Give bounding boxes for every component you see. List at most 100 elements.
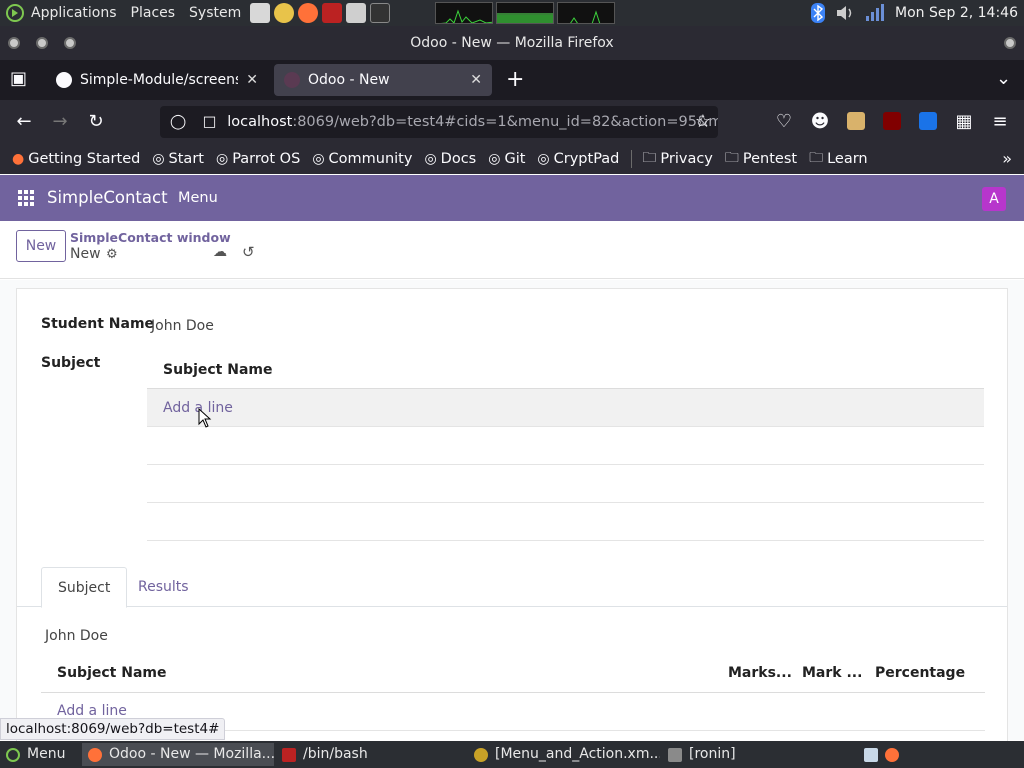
new-tab-icon[interactable]: + <box>506 67 524 92</box>
bookmark-folder-learn[interactable]: 🗀 Learn <box>809 147 868 171</box>
bookmark-folder-privacy[interactable]: 🗀 Privacy <box>642 147 713 171</box>
odoo-favicon-icon <box>284 72 300 88</box>
tab-subject[interactable]: Subject <box>41 567 128 608</box>
student-name-field[interactable]: John Doe <box>151 318 214 334</box>
marks-column-header[interactable]: Marks... <box>728 653 792 693</box>
tracking-shield-icon[interactable]: ◯ <box>164 106 192 138</box>
globe-icon: ◎ <box>152 151 165 167</box>
form-sheet: Student Name John Doe Subject Subject Na… <box>16 288 1008 748</box>
globe-icon: ◎ <box>312 151 325 167</box>
results-table-header: Subject Name Marks... Mark ... Percentag… <box>41 653 985 693</box>
menu-link[interactable]: Menu <box>178 175 218 221</box>
folder-icon: 🗀 <box>724 150 739 166</box>
cpu-graph <box>435 2 494 24</box>
firefox-launcher-icon[interactable] <box>298 3 319 23</box>
volume-icon[interactable] <box>835 4 855 22</box>
add-line-link[interactable]: Add a line <box>147 389 984 427</box>
more-bookmarks-icon[interactable]: » <box>1002 149 1012 168</box>
account-icon[interactable]: ☻ <box>808 110 832 134</box>
calculator-launcher-icon[interactable] <box>346 3 367 23</box>
system-menu[interactable]: System <box>182 0 248 26</box>
folder-icon: 🗀 <box>642 150 657 166</box>
app-menu-icon[interactable]: ≡ <box>988 110 1012 134</box>
window-title: Odoo - New — Mozilla Firefox <box>410 35 614 51</box>
window-menu-button[interactable] <box>1004 37 1016 49</box>
bookmark-docs[interactable]: ◎ Docs <box>424 151 476 167</box>
applications-menu[interactable]: Applications <box>24 0 124 26</box>
bookmark-getting-started[interactable]: ● Getting Started <box>12 151 140 167</box>
taskbar-menu[interactable]: Menu <box>0 743 76 766</box>
terminal-launcher-icon[interactable] <box>370 3 391 23</box>
tab-odoo-new[interactable]: Odoo - New ✕ <box>274 64 492 96</box>
tab-github[interactable]: Simple-Module/screensh ✕ <box>46 64 268 96</box>
extension-icon[interactable] <box>847 112 865 130</box>
mark-column-header[interactable]: Mark ... <box>802 653 862 693</box>
firefox-view-icon[interactable]: ▣ <box>10 68 27 89</box>
s-extension-icon[interactable] <box>919 112 937 130</box>
taskbar-file-manager[interactable]: [ronin] <box>662 743 852 766</box>
taskbar-firefox[interactable]: Odoo - New — Mozilla... <box>82 743 274 766</box>
taskbar-bash[interactable]: /bin/bash <box>276 743 466 766</box>
clock[interactable]: Mon Sep 2, 14:46 <box>895 5 1018 21</box>
user-avatar[interactable]: A <box>982 187 1006 211</box>
app-brand[interactable]: SimpleContact <box>47 175 168 221</box>
bookmark-cryptpad[interactable]: ◎ CryptPad <box>537 151 619 167</box>
tab-strip: ▣ Simple-Module/screensh ✕ Odoo - New ✕ … <box>0 60 1024 100</box>
parrot-logo-icon[interactable] <box>6 4 24 22</box>
reload-icon[interactable]: ↻ <box>84 110 108 134</box>
globe-icon: ◎ <box>215 151 229 167</box>
network-signal-icon[interactable] <box>865 4 885 22</box>
globe-icon: ◎ <box>424 151 437 167</box>
bookmark-community[interactable]: ◎ Community <box>312 151 412 167</box>
subject-one2many: Subject Name Add a line <box>147 351 984 541</box>
firefox-icon <box>885 747 899 762</box>
bookmark-star-icon[interactable]: ☆ <box>691 110 715 134</box>
url-bar[interactable]: ◯ □ localhost:8069/web?db=test4#cids=1&m… <box>160 106 718 138</box>
discard-icon[interactable]: ↺ <box>242 243 255 261</box>
url-rest: :8069/web?db=test4#cids=1&menu_id=82&act… <box>292 114 718 130</box>
network-graph <box>557 2 616 24</box>
close-tab-icon[interactable]: ✕ <box>470 72 482 88</box>
extensions-puzzle-icon[interactable]: ▦ <box>952 110 976 134</box>
taskbar-editor[interactable]: [Menu_and_Action.xm... <box>468 743 660 766</box>
bookmark-separator <box>631 150 633 168</box>
empty-row <box>147 465 984 503</box>
mascot-launcher-icon[interactable] <box>274 3 295 23</box>
list-all-tabs-icon[interactable]: ⌄ <box>996 68 1011 89</box>
tab-label: Odoo - New <box>308 72 390 88</box>
parrot-menu-icon <box>6 747 20 762</box>
subject-name-column-header[interactable]: Subject Name <box>147 351 984 389</box>
new-record-button[interactable]: New <box>16 230 66 262</box>
apps-grid-icon[interactable] <box>18 190 34 206</box>
memory-graph <box>496 2 555 24</box>
bookmark-git[interactable]: ◎ Git <box>488 151 525 167</box>
pocket-icon[interactable]: ♡ <box>772 110 796 134</box>
page-info-icon[interactable]: □ <box>197 106 223 138</box>
mouse-cursor-icon <box>198 408 212 428</box>
bookmark-folder-pentest[interactable]: 🗀 Pentest <box>725 147 797 171</box>
ublock-icon[interactable] <box>883 112 901 130</box>
forward-icon[interactable]: → <box>48 110 72 134</box>
bookmark-start[interactable]: ◎ Start <box>152 151 204 167</box>
bookmark-parrot-os[interactable]: ◎ Parrot OS <box>216 151 300 167</box>
places-menu[interactable]: Places <box>124 0 183 26</box>
terminal-red-launcher-icon[interactable] <box>322 3 343 23</box>
tab-results[interactable]: Results <box>122 567 205 607</box>
odoo-navbar: SimpleContact Menu A <box>0 175 1024 221</box>
subject-name-column-header[interactable]: Subject Name <box>57 653 166 693</box>
system-panel: Applications Places System Mon Sep 2, 14… <box>0 0 1024 26</box>
close-tab-icon[interactable]: ✕ <box>246 72 258 88</box>
globe-icon: ◎ <box>488 151 501 167</box>
breadcrumb-parent[interactable]: SimpleContact window <box>70 230 231 245</box>
notebook-name-value: John Doe <box>45 628 108 644</box>
control-panel: New SimpleContact window New ⚙ ☁ ↺ <box>0 221 1024 279</box>
gear-icon[interactable]: ⚙ <box>106 247 118 262</box>
percentage-column-header[interactable]: Percentage <box>875 653 965 693</box>
bottom-taskbar: Menu Odoo - New — Mozilla... /bin/bash [… <box>0 741 1024 768</box>
back-icon[interactable]: ← <box>12 110 36 134</box>
taskbar-tray-apps[interactable] <box>858 743 920 766</box>
save-cloud-icon[interactable]: ☁ <box>213 244 227 260</box>
bluetooth-icon[interactable] <box>811 3 826 23</box>
terminal-icon <box>282 747 296 762</box>
text-editor-launcher-icon[interactable] <box>250 3 271 23</box>
